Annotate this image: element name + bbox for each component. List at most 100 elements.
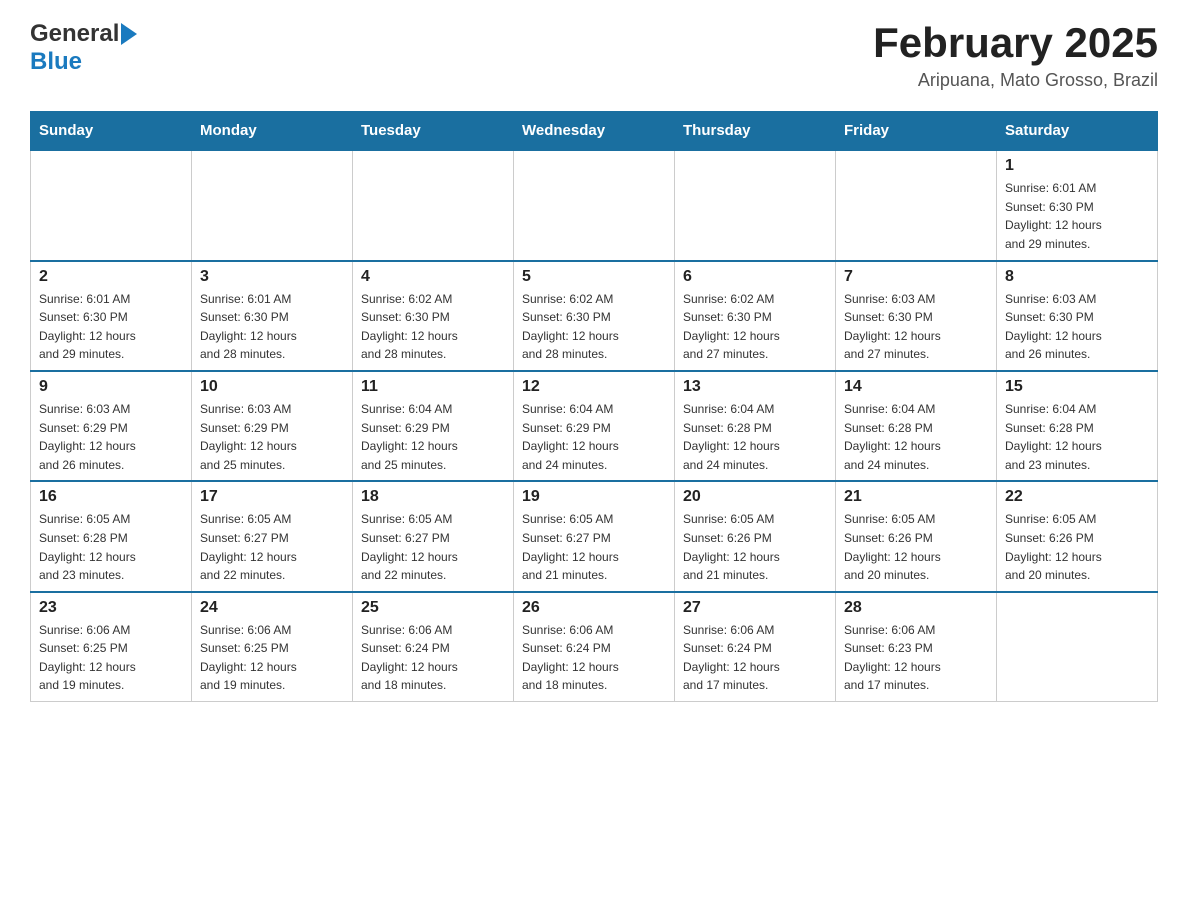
logo-general-text: General <box>30 20 119 48</box>
day-number: 13 <box>683 378 827 396</box>
calendar-week-row-5: 23 Sunrise: 6:06 AMSunset: 6:25 PMDayligh… <box>31 592 1158 702</box>
day-info: Sunrise: 6:05 AMSunset: 6:26 PMDaylight:… <box>844 510 988 584</box>
logo: General Blue <box>30 20 137 76</box>
calendar-cell: 23 Sunrise: 6:06 AMSunset: 6:25 PMDayligh… <box>31 592 192 702</box>
day-number: 19 <box>522 488 666 506</box>
day-info: Sunrise: 6:04 AMSunset: 6:29 PMDaylight:… <box>522 400 666 474</box>
day-number: 21 <box>844 488 988 506</box>
calendar-cell: 21 Sunrise: 6:05 AMSunset: 6:26 PMDayligh… <box>836 481 997 591</box>
day-number: 8 <box>1005 268 1149 286</box>
calendar-week-row-3: 9Sunrise: 6:03 AMSunset: 6:29 PMDaylight… <box>31 371 1158 481</box>
calendar-cell: 4 Sunrise: 6:02 AMSunset: 6:30 PMDaylight… <box>353 261 514 371</box>
day-info: Sunrise: 6:06 AMSunset: 6:23 PMDaylight:… <box>844 621 988 695</box>
day-info: Sunrise: 6:05 AMSunset: 6:27 PMDaylight:… <box>200 510 344 584</box>
calendar-cell <box>836 150 997 260</box>
day-info: Sunrise: 6:04 AMSunset: 6:28 PMDaylight:… <box>844 400 988 474</box>
logo-arrow-icon <box>121 23 137 45</box>
calendar-cell: 27 Sunrise: 6:06 AMSunset: 6:24 PMDayligh… <box>675 592 836 702</box>
calendar-cell: 7 Sunrise: 6:03 AMSunset: 6:30 PMDaylight… <box>836 261 997 371</box>
title-block: February 2025 Aripuana, Mato Grosso, Bra… <box>873 20 1158 91</box>
day-info: Sunrise: 6:05 AMSunset: 6:28 PMDaylight:… <box>39 510 183 584</box>
day-info: Sunrise: 6:05 AMSunset: 6:26 PMDaylight:… <box>1005 510 1149 584</box>
day-number: 17 <box>200 488 344 506</box>
calendar-cell: 22 Sunrise: 6:05 AMSunset: 6:26 PMDayligh… <box>997 481 1158 591</box>
calendar-header-wednesday: Wednesday <box>514 112 675 151</box>
day-info: Sunrise: 6:03 AMSunset: 6:30 PMDaylight:… <box>1005 290 1149 364</box>
day-info: Sunrise: 6:03 AMSunset: 6:29 PMDaylight:… <box>200 400 344 474</box>
day-info: Sunrise: 6:06 AMSunset: 6:25 PMDaylight:… <box>200 621 344 695</box>
day-number: 28 <box>844 599 988 617</box>
location-subtitle: Aripuana, Mato Grosso, Brazil <box>873 70 1158 91</box>
calendar-cell <box>997 592 1158 702</box>
calendar-cell: 11 Sunrise: 6:04 AMSunset: 6:29 PMDayligh… <box>353 371 514 481</box>
calendar-week-row-1: 1 Sunrise: 6:01 AMSunset: 6:30 PMDaylight… <box>31 150 1158 260</box>
calendar-cell: 14 Sunrise: 6:04 AMSunset: 6:28 PMDayligh… <box>836 371 997 481</box>
calendar-cell: 3 Sunrise: 6:01 AMSunset: 6:30 PMDaylight… <box>192 261 353 371</box>
day-info: Sunrise: 6:05 AMSunset: 6:27 PMDaylight:… <box>522 510 666 584</box>
calendar-header-thursday: Thursday <box>675 112 836 151</box>
calendar-cell: 18 Sunrise: 6:05 AMSunset: 6:27 PMDayligh… <box>353 481 514 591</box>
day-info: Sunrise: 6:06 AMSunset: 6:25 PMDaylight:… <box>39 621 183 695</box>
calendar-week-row-4: 16 Sunrise: 6:05 AMSunset: 6:28 PMDayligh… <box>31 481 1158 591</box>
day-info: Sunrise: 6:06 AMSunset: 6:24 PMDaylight:… <box>522 621 666 695</box>
calendar-cell <box>192 150 353 260</box>
day-number: 27 <box>683 599 827 617</box>
calendar-cell: 1 Sunrise: 6:01 AMSunset: 6:30 PMDaylight… <box>997 150 1158 260</box>
calendar-cell: 24 Sunrise: 6:06 AMSunset: 6:25 PMDayligh… <box>192 592 353 702</box>
day-number: 7 <box>844 268 988 286</box>
calendar-cell: 19 Sunrise: 6:05 AMSunset: 6:27 PMDayligh… <box>514 481 675 591</box>
day-info: Sunrise: 6:01 AMSunset: 6:30 PMDaylight:… <box>200 290 344 364</box>
calendar-header-sunday: Sunday <box>31 112 192 151</box>
calendar-cell: 8 Sunrise: 6:03 AMSunset: 6:30 PMDaylight… <box>997 261 1158 371</box>
day-info: Sunrise: 6:04 AMSunset: 6:29 PMDaylight:… <box>361 400 505 474</box>
day-number: 11 <box>361 378 505 396</box>
calendar-cell: 26 Sunrise: 6:06 AMSunset: 6:24 PMDayligh… <box>514 592 675 702</box>
day-info: Sunrise: 6:03 AMSunset: 6:29 PMDaylight:… <box>39 400 183 474</box>
day-info: Sunrise: 6:06 AMSunset: 6:24 PMDaylight:… <box>683 621 827 695</box>
calendar-header-tuesday: Tuesday <box>353 112 514 151</box>
calendar-cell: 16 Sunrise: 6:05 AMSunset: 6:28 PMDayligh… <box>31 481 192 591</box>
day-info: Sunrise: 6:02 AMSunset: 6:30 PMDaylight:… <box>522 290 666 364</box>
calendar-cell: 10 Sunrise: 6:03 AMSunset: 6:29 PMDayligh… <box>192 371 353 481</box>
day-number: 26 <box>522 599 666 617</box>
calendar-header-monday: Monday <box>192 112 353 151</box>
calendar-cell: 6Sunrise: 6:02 AMSunset: 6:30 PMDaylight… <box>675 261 836 371</box>
day-number: 23 <box>39 599 183 617</box>
day-number: 2 <box>39 268 183 286</box>
calendar-cell: 17 Sunrise: 6:05 AMSunset: 6:27 PMDayligh… <box>192 481 353 591</box>
calendar-cell: 13 Sunrise: 6:04 AMSunset: 6:28 PMDayligh… <box>675 371 836 481</box>
calendar-header-row: SundayMondayTuesdayWednesdayThursdayFrid… <box>31 112 1158 151</box>
calendar-cell: 15 Sunrise: 6:04 AMSunset: 6:28 PMDayligh… <box>997 371 1158 481</box>
day-number: 10 <box>200 378 344 396</box>
day-number: 22 <box>1005 488 1149 506</box>
day-number: 14 <box>844 378 988 396</box>
day-number: 20 <box>683 488 827 506</box>
day-number: 4 <box>361 268 505 286</box>
calendar-cell: 28 Sunrise: 6:06 AMSunset: 6:23 PMDayligh… <box>836 592 997 702</box>
day-number: 18 <box>361 488 505 506</box>
calendar-cell: 5 Sunrise: 6:02 AMSunset: 6:30 PMDaylight… <box>514 261 675 371</box>
day-info: Sunrise: 6:01 AMSunset: 6:30 PMDaylight:… <box>39 290 183 364</box>
day-number: 15 <box>1005 378 1149 396</box>
day-info: Sunrise: 6:02 AMSunset: 6:30 PMDaylight:… <box>361 290 505 364</box>
calendar-cell: 9Sunrise: 6:03 AMSunset: 6:29 PMDaylight… <box>31 371 192 481</box>
calendar-cell: 25Sunrise: 6:06 AMSunset: 6:24 PMDayligh… <box>353 592 514 702</box>
day-info: Sunrise: 6:06 AMSunset: 6:24 PMDaylight:… <box>361 621 505 695</box>
day-number: 24 <box>200 599 344 617</box>
calendar-cell <box>675 150 836 260</box>
day-number: 5 <box>522 268 666 286</box>
day-number: 3 <box>200 268 344 286</box>
logo-blue-text: Blue <box>30 48 82 75</box>
calendar-cell: 2 Sunrise: 6:01 AMSunset: 6:30 PMDaylight… <box>31 261 192 371</box>
day-info: Sunrise: 6:05 AMSunset: 6:27 PMDaylight:… <box>361 510 505 584</box>
day-info: Sunrise: 6:01 AMSunset: 6:30 PMDaylight:… <box>1005 179 1149 253</box>
calendar-week-row-2: 2 Sunrise: 6:01 AMSunset: 6:30 PMDaylight… <box>31 261 1158 371</box>
day-info: Sunrise: 6:04 AMSunset: 6:28 PMDaylight:… <box>683 400 827 474</box>
day-info: Sunrise: 6:05 AMSunset: 6:26 PMDaylight:… <box>683 510 827 584</box>
day-number: 16 <box>39 488 183 506</box>
day-number: 1 <box>1005 157 1149 175</box>
day-info: Sunrise: 6:04 AMSunset: 6:28 PMDaylight:… <box>1005 400 1149 474</box>
day-info: Sunrise: 6:03 AMSunset: 6:30 PMDaylight:… <box>844 290 988 364</box>
calendar-header-friday: Friday <box>836 112 997 151</box>
calendar-cell <box>514 150 675 260</box>
